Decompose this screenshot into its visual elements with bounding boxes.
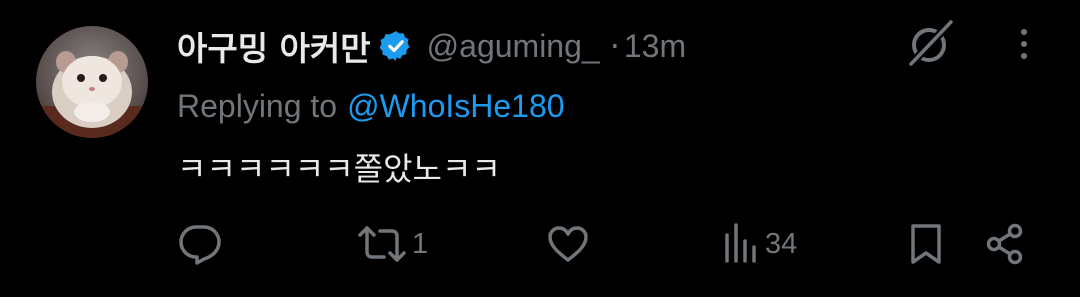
- timestamp[interactable]: 13m: [624, 28, 686, 65]
- bookmark-button[interactable]: [906, 218, 946, 270]
- bookmark-icon: [911, 224, 941, 264]
- share-button[interactable]: [984, 218, 1026, 270]
- more-icon[interactable]: [1002, 22, 1046, 66]
- grok-icon[interactable]: [905, 18, 957, 70]
- views-icon: [725, 223, 756, 263]
- views-button[interactable]: 34: [721, 218, 797, 270]
- like-icon: [548, 226, 588, 262]
- display-name[interactable]: 아구밍 아커만: [177, 22, 371, 70]
- like-button[interactable]: [545, 218, 591, 270]
- reply-icon: [179, 225, 221, 265]
- replying-to: Replying to @WhoIsHe180: [177, 80, 565, 132]
- retweet-button[interactable]: 1: [356, 218, 428, 270]
- retweet-icon: [358, 226, 406, 262]
- separator-dot: ·: [609, 27, 620, 65]
- views-count: 34: [765, 227, 798, 260]
- reply-button[interactable]: [176, 218, 224, 270]
- verified-badge-icon[interactable]: [379, 29, 413, 63]
- reply-mention-link[interactable]: @WhoIsHe180: [347, 88, 564, 125]
- share-icon: [986, 223, 1023, 265]
- replying-to-label: Replying to: [177, 87, 338, 124]
- user-handle[interactable]: @aguming_: [427, 28, 600, 65]
- retweet-count: 1: [412, 227, 429, 260]
- tweet-text: ㅋㅋㅋㅋㅋㅋ쫄았노ㅋㅋ: [177, 150, 501, 188]
- tweet-header: 아구밍 아커만 @aguming_ · 13m: [177, 18, 686, 74]
- avatar[interactable]: [36, 26, 148, 138]
